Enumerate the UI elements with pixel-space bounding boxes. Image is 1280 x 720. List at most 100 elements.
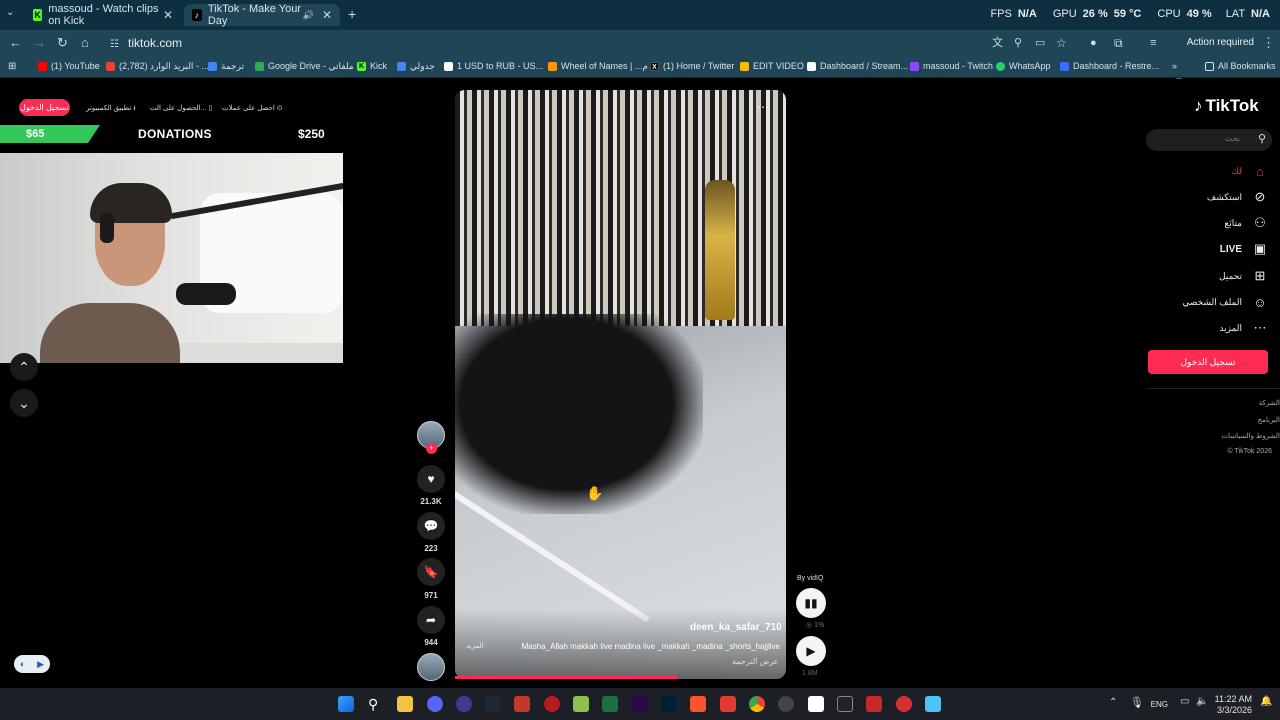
cast-icon[interactable]: ▭ [1035, 36, 1045, 50]
bookmark-whatsapp[interactable]: WhatsApp [996, 61, 1051, 71]
scroll-down-button[interactable]: ⌄ [10, 389, 38, 417]
nav-profile[interactable]: الملف الشخصي ☺ [1182, 294, 1268, 310]
footer-terms-link[interactable]: الشروط والسياسات [1221, 432, 1280, 440]
bookmark-star-icon[interactable]: ☆ [1056, 36, 1067, 50]
media-player-icon[interactable] [456, 696, 472, 712]
new-tab-button[interactable]: + [348, 6, 356, 22]
brave-icon[interactable] [690, 696, 706, 712]
share-button[interactable]: ➦ [417, 606, 445, 634]
floating-widget[interactable]: ◐ ▶ [14, 655, 50, 673]
steam-icon[interactable] [485, 696, 501, 712]
tab-kick[interactable]: K massoud - Watch clips on Kick ✕ [25, 3, 181, 27]
extension-icon[interactable]: ● [1090, 36, 1097, 50]
file-explorer-icon[interactable] [397, 696, 413, 712]
translate-icon[interactable]: 文 [992, 36, 1003, 50]
scroll-up-button[interactable]: ⌃ [10, 353, 38, 381]
app-icon[interactable] [544, 696, 560, 712]
bookmark-youtube[interactable]: (1) YouTube [38, 61, 100, 71]
kebab-menu-icon[interactable]: ⋮ [1262, 36, 1275, 50]
forward-icon[interactable]: → [33, 36, 46, 50]
tab-groups-icon[interactable]: ≡ [1150, 36, 1156, 50]
nav-explore[interactable]: استكشف ⊘ [1207, 189, 1268, 205]
apps-grid-icon[interactable]: ⊞ [8, 61, 16, 72]
bookmark-google-drive[interactable]: Google Drive - ملفاتي [255, 61, 354, 72]
tray-chevron-icon[interactable]: ⌃ [1109, 697, 1117, 708]
bookmark-twitch[interactable]: massoud - Twitch [910, 61, 993, 71]
app-icon[interactable] [573, 696, 589, 712]
extensions-puzzle-icon[interactable]: ⧉ [1114, 36, 1123, 50]
back-icon[interactable]: ← [9, 36, 22, 50]
bookmark-wheel-of-names[interactable]: Wheel of Names | ...م [548, 61, 648, 72]
footer-program-link[interactable]: البرنامج [1258, 416, 1280, 424]
speaker-icon[interactable]: 🔊 [303, 10, 314, 21]
vidiq-stats-button[interactable]: ▮▮ [796, 588, 826, 618]
login-button[interactable]: تسجيل الدخول [1148, 350, 1268, 374]
play-button[interactable]: ▶ [796, 636, 826, 666]
video-username[interactable]: deen_ka_safar_710 [690, 622, 782, 633]
video-progress[interactable] [455, 676, 677, 679]
notification-icon[interactable]: 🔔 [1260, 696, 1272, 707]
site-info-icon[interactable]: ☷ [110, 38, 119, 52]
volume-icon[interactable]: 🔈 [1196, 696, 1208, 707]
excel-icon[interactable] [602, 696, 618, 712]
caption-more-link[interactable]: المزيد [466, 642, 484, 650]
comment-button[interactable]: 💬 [417, 512, 445, 540]
save-button[interactable]: 🔖 [417, 558, 445, 586]
music-disc-avatar[interactable] [417, 653, 445, 681]
nav-more[interactable]: المزيد ⋯ [1219, 320, 1268, 336]
close-tab-icon[interactable]: ✕ [322, 8, 332, 22]
see-translation-link[interactable]: عرض الترجمة [732, 657, 778, 666]
language-indicator[interactable]: ENG [1151, 700, 1168, 709]
get-app-link[interactable]: الحصول على الت... ▯ [150, 104, 212, 112]
video-options-icon[interactable]: ⋯ [757, 100, 769, 114]
like-button[interactable]: ♥ [417, 465, 445, 493]
app-icon[interactable] [837, 696, 853, 712]
app-icon[interactable] [808, 696, 824, 712]
bookmark-restream[interactable]: Dashboard - Restre... [1060, 61, 1159, 71]
tab-tiktok[interactable]: ♪ TikTok - Make Your Day 🔊 ✕ [184, 3, 340, 27]
system-clock[interactable]: 11:22 AM 3/3/2026 [1215, 694, 1252, 716]
windows-start-icon[interactable] [338, 696, 354, 712]
nav-live[interactable]: LIVE ▣ [1220, 241, 1268, 257]
desktop-app-link[interactable]: تطبيق الكمبيوتر ⭳ [86, 104, 136, 115]
video-player[interactable]: ⋯ [455, 90, 786, 679]
tab-search-chevron-icon[interactable]: ⌄ [6, 7, 14, 18]
app-icon[interactable] [896, 696, 912, 712]
microphone-icon[interactable]: 🎙 [1130, 696, 1144, 709]
nav-for-you[interactable]: لك ⌂ [1232, 163, 1268, 179]
app-icon[interactable] [866, 696, 882, 712]
bookmark-translate[interactable]: ترجمة [208, 61, 244, 72]
chrome-icon[interactable] [749, 696, 765, 712]
discord-icon[interactable] [427, 696, 443, 712]
bookmark-gmail[interactable]: (2,782) البريد الوارد - ... [106, 61, 209, 72]
search-input[interactable]: بحث ⚲ [1146, 129, 1272, 151]
obs-icon[interactable] [778, 696, 794, 712]
app-icon[interactable] [720, 696, 736, 712]
zoom-icon[interactable]: ⚲ [1014, 36, 1022, 50]
all-bookmarks[interactable]: All Bookmarks [1205, 61, 1276, 71]
photoshop-icon[interactable] [661, 696, 677, 712]
close-tab-icon[interactable]: ✕ [163, 8, 173, 22]
search-icon[interactable]: ⚲ [368, 696, 384, 712]
get-coins-link[interactable]: احصل على عملات ⊙ [222, 104, 283, 112]
chevron-right-icon[interactable]: » [1172, 61, 1177, 71]
bookmark-schedule[interactable]: جدولي [397, 61, 435, 72]
address-bar[interactable]: tiktok.com [128, 36, 182, 50]
nav-upload[interactable]: تحميل ⊞ [1219, 268, 1268, 284]
bookmark-twitter[interactable]: X (1) Home / Twitter [650, 61, 734, 71]
bookmark-dashboard-stream[interactable]: Dashboard / Stream... [807, 61, 908, 71]
premiere-icon[interactable] [632, 696, 648, 712]
action-required-button[interactable]: Action required [1187, 37, 1254, 48]
home-icon[interactable]: ⌂ [81, 36, 89, 50]
follow-plus-icon[interactable]: + [426, 443, 437, 454]
app-icon[interactable] [514, 696, 530, 712]
search-icon[interactable]: ⚲ [1258, 132, 1266, 145]
network-icon[interactable]: ▭ [1180, 696, 1189, 707]
notepad-icon[interactable] [925, 696, 941, 712]
login-button-small[interactable]: تسجيل الدخول [19, 99, 70, 116]
bookmark-usd-rub[interactable]: 1 USD to RUB - US... [444, 61, 543, 71]
nav-following[interactable]: متابَع ⚇ [1224, 215, 1268, 231]
footer-company-link[interactable]: الشركة [1259, 399, 1280, 407]
bookmark-kick[interactable]: K Kick [357, 61, 387, 71]
reload-icon[interactable]: ↻ [57, 36, 68, 50]
